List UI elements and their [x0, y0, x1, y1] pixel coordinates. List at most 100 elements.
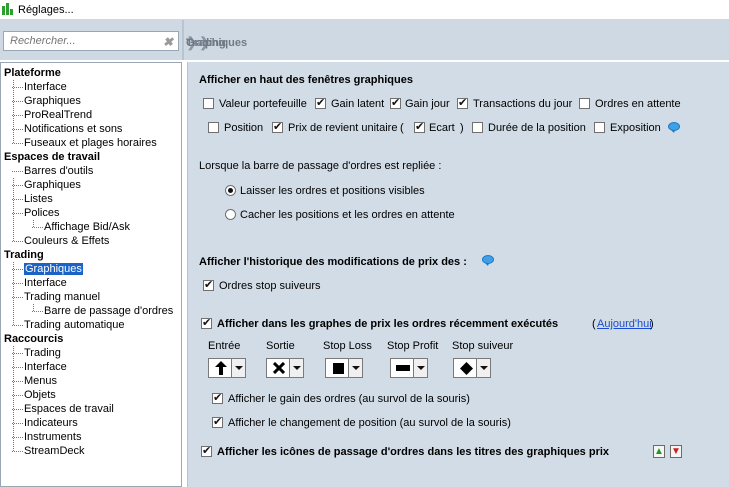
- label-position: Position: [224, 122, 264, 134]
- square-icon: [328, 360, 348, 376]
- tree-item-affichage-bid-ask[interactable]: Affichage Bid/Ask: [3, 220, 173, 234]
- history-title: Afficher l'historique des modifications …: [199, 256, 467, 268]
- tree-item-graphiques[interactable]: Graphiques: [3, 94, 173, 108]
- checkbox-ordres-executes[interactable]: [201, 316, 212, 329]
- folded-title: Lorsque la barre de passage d'ordres est…: [199, 160, 442, 172]
- col-label-stop-loss: Stop Loss: [323, 340, 372, 352]
- tree-group-espaces[interactable]: Espaces de travail: [3, 150, 173, 164]
- tree-item-instruments[interactable]: Instruments: [3, 430, 173, 444]
- checkbox-valeur-portefeuille[interactable]: [203, 98, 214, 109]
- chevron-down-icon[interactable]: [476, 359, 490, 377]
- clear-search-icon[interactable]: ✖: [163, 35, 173, 49]
- diamond-icon: [456, 360, 476, 376]
- tree-item-graphiques[interactable]: Graphiques: [3, 178, 173, 192]
- checkbox-ecart[interactable]: [414, 120, 425, 133]
- top-band: ✖ ❯ Trading ❯ Graphiques: [0, 20, 729, 60]
- info-bubble-icon[interactable]: [668, 122, 680, 133]
- settings-panel: Afficher en haut des fenêtres graphiques…: [187, 62, 729, 487]
- label-gain-jour: Gain jour: [405, 98, 450, 110]
- paren-close: ): [650, 318, 654, 330]
- link-aujourdhui[interactable]: Aujourd'hui: [597, 318, 652, 330]
- checkbox-prix-revient[interactable]: [272, 120, 283, 133]
- tree-item-menus[interactable]: Menus: [3, 374, 173, 388]
- breadcrumb-item[interactable]: Graphiques: [186, 37, 247, 49]
- tree-item-couleurs[interactable]: Couleurs & Effets: [3, 234, 173, 248]
- chevron-down-icon[interactable]: [413, 359, 427, 377]
- tree-group-plateforme[interactable]: Plateforme: [3, 66, 173, 80]
- dropdown-entree[interactable]: [208, 358, 246, 378]
- radio-cacher-positions[interactable]: [225, 209, 236, 220]
- tree-item-objets[interactable]: Objets: [3, 388, 173, 402]
- tree-item-trading-automatique[interactable]: Trading automatique: [3, 318, 173, 332]
- buy-arrow-icon: ▲: [653, 445, 665, 458]
- label-icones-passage-ordres: Afficher les icônes de passage d'ordres …: [217, 446, 610, 458]
- tree-item-barres-outils[interactable]: Barres d'outils: [3, 164, 173, 178]
- tree-item-interface[interactable]: Interface: [3, 80, 173, 94]
- settings-tree: Plateforme Interface Graphiques ProRealT…: [0, 62, 182, 487]
- checkbox-gain-jour[interactable]: [390, 96, 401, 109]
- tree-item-notifications[interactable]: Notifications et sons: [3, 122, 173, 136]
- checkbox-ordres-stop-suiveurs[interactable]: [203, 278, 214, 291]
- tree-item-barre-passage-ordres[interactable]: Barre de passage d'ordres: [3, 304, 173, 318]
- paren-open: (: [592, 318, 596, 330]
- radio-laisser-visibles[interactable]: [225, 185, 236, 196]
- label-valeur-portefeuille: Valeur portefeuille: [219, 98, 307, 110]
- tree-item-trading-manuel[interactable]: Trading manuel: [3, 290, 173, 304]
- up-arrow-icon: [211, 360, 231, 376]
- label-ordres-attente: Ordres en attente: [595, 98, 681, 110]
- label-ordres-stop-suiveurs: Ordres stop suiveurs: [219, 280, 321, 292]
- col-label-stop-suiveur: Stop suiveur: [452, 340, 514, 352]
- tree-item-interface[interactable]: Interface: [3, 360, 173, 374]
- chevron-down-icon[interactable]: [231, 359, 245, 377]
- tree-item-trading[interactable]: Trading: [3, 346, 173, 360]
- dropdown-stop-suiveur[interactable]: [453, 358, 491, 378]
- checkbox-changement-position[interactable]: [212, 415, 223, 428]
- chevron-down-icon[interactable]: [289, 359, 303, 377]
- checkbox-exposition[interactable]: [594, 122, 605, 133]
- chevron-down-icon[interactable]: [348, 359, 362, 377]
- title-bar: Réglages...: [0, 0, 729, 20]
- col-label-sortie: Sortie: [266, 340, 295, 352]
- tree-item-polices[interactable]: Polices: [3, 206, 173, 220]
- window-title: Réglages...: [18, 3, 74, 16]
- app-icon: [2, 3, 15, 16]
- label-laisser-visibles: Laisser les ordres et positions visibles: [240, 185, 425, 197]
- tree-item-interface[interactable]: Interface: [3, 276, 173, 290]
- search-box[interactable]: ✖: [3, 31, 179, 51]
- dropdown-stop-profit[interactable]: [390, 358, 428, 378]
- cross-icon: [269, 360, 289, 376]
- tree-item-prorealtrend[interactable]: ProRealTrend: [3, 108, 173, 122]
- col-label-entree: Entrée: [208, 340, 241, 352]
- label-gain-latent: Gain latent: [331, 98, 385, 110]
- label-prix-revient: Prix de revient unitaire: [288, 122, 398, 134]
- tree-item-streamdeck[interactable]: StreamDeck: [3, 444, 173, 458]
- sell-arrow-icon: ▼: [670, 445, 682, 458]
- tree-item-espaces-travail[interactable]: Espaces de travail: [3, 402, 173, 416]
- label-ordres-executes: Afficher dans les graphes de prix les or…: [217, 318, 559, 330]
- label-gain-ordres: Afficher le gain des ordres (au survol d…: [228, 393, 470, 405]
- tree-item-listes[interactable]: Listes: [3, 192, 173, 206]
- dropdown-sortie[interactable]: [266, 358, 304, 378]
- checkbox-ordres-attente[interactable]: [579, 98, 590, 109]
- checkbox-transactions-jour[interactable]: [457, 96, 468, 109]
- label-duree-position: Durée de la position: [488, 122, 586, 134]
- tree-item-indicateurs[interactable]: Indicateurs: [3, 416, 173, 430]
- checkbox-icones-passage-ordres[interactable]: [201, 444, 212, 457]
- tree-item-graphiques-selected[interactable]: Graphiques: [3, 262, 173, 276]
- search-input[interactable]: [8, 34, 158, 48]
- checkbox-gain-ordres[interactable]: [212, 391, 223, 404]
- checkbox-gain-latent[interactable]: [315, 96, 326, 109]
- tree-group-raccourcis[interactable]: Raccourcis: [3, 332, 173, 346]
- paren-close: ): [460, 122, 464, 134]
- checkbox-duree-position[interactable]: [472, 122, 483, 133]
- rectangle-icon: [393, 360, 413, 376]
- divider: [182, 20, 184, 60]
- label-changement-position: Afficher le changement de position (au s…: [228, 417, 511, 429]
- tree-item-fuseaux[interactable]: Fuseaux et plages horaires: [3, 136, 173, 150]
- dropdown-stop-loss[interactable]: [325, 358, 363, 378]
- tree-group-trading[interactable]: Trading: [3, 248, 173, 262]
- col-label-stop-profit: Stop Profit: [387, 340, 439, 352]
- checkbox-position[interactable]: [208, 122, 219, 133]
- info-bubble-icon[interactable]: [482, 255, 494, 266]
- paren-open: (: [400, 122, 404, 134]
